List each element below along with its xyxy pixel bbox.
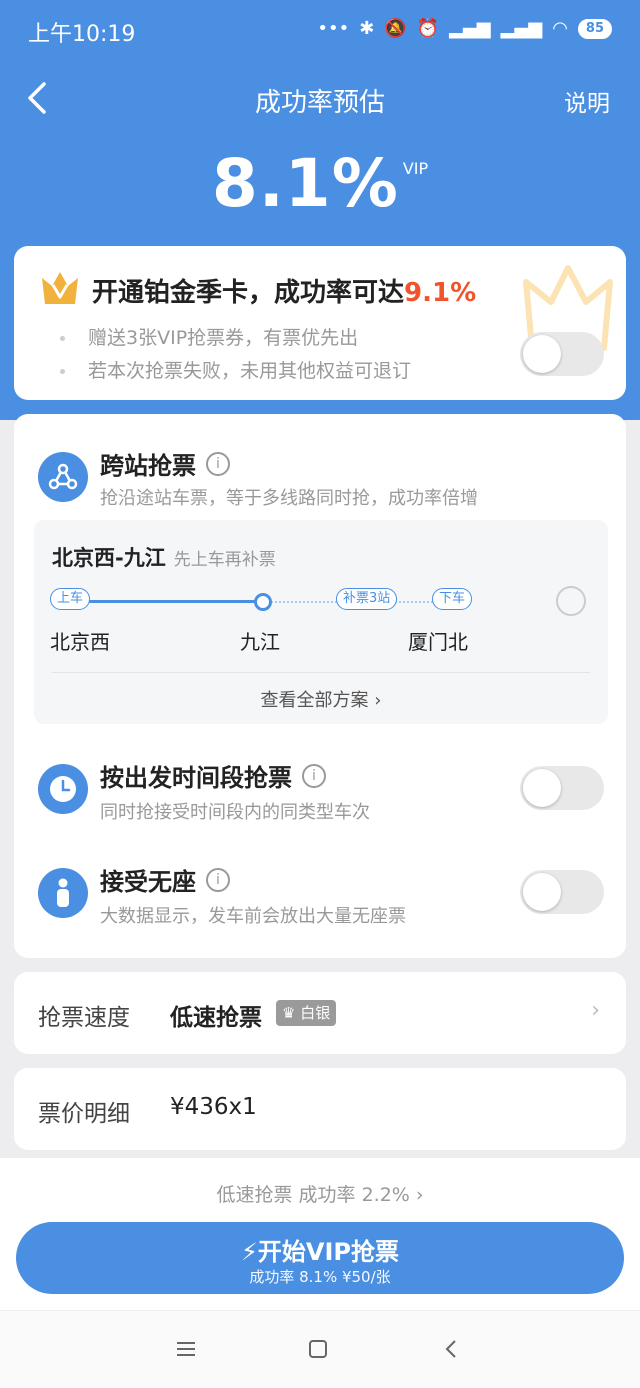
view-all-plans-link[interactable]: 查看全部方案 › (34, 686, 608, 712)
tag-alight: 下车 (432, 588, 473, 610)
page-title: 成功率预估 (254, 88, 385, 118)
price-label: 票价明细 (38, 1101, 130, 1127)
success-rate: 8.1% VIP (0, 145, 640, 222)
cross-station-title-text: 跨站抢票 (100, 452, 196, 480)
promo-benefit-item: 若本次抢票失败，未用其他权益可退订 (54, 355, 411, 388)
route-track-ride (64, 600, 262, 603)
cta-sub: 成功率 8.1% ¥50/张 (249, 1268, 391, 1286)
price-value: ¥436x1 (170, 1094, 257, 1120)
home-icon[interactable] (306, 1337, 330, 1361)
route-node (254, 593, 272, 611)
station-mid: 九江 (240, 630, 280, 654)
signal-2-icon: ▂▄▆ (500, 18, 543, 39)
speed-value: 低速抢票 (170, 1005, 262, 1031)
vip-tag: VIP (402, 159, 429, 178)
route-radio[interactable] (556, 586, 586, 616)
price-row[interactable]: 票价明细 ¥436x1 (14, 1068, 626, 1150)
time-slot-title-text: 按出发时间段抢票 (100, 764, 292, 792)
toggle-knob (523, 769, 561, 807)
route-divider (52, 672, 590, 673)
cross-station-icon (38, 452, 88, 502)
mute-bell-icon: 🔕 (384, 18, 407, 39)
lightning-icon: ⚡ (241, 1238, 258, 1266)
cross-station-title: 跨站抢票 i (100, 446, 230, 481)
route-name: 北京西-九江 (52, 546, 166, 570)
help-link[interactable]: 说明 (564, 84, 610, 118)
promo-benefit-list: 赠送3张VIP抢票券，有票优先出 若本次抢票失败，未用其他权益可退订 (54, 322, 411, 388)
promo-toggle[interactable] (520, 332, 604, 376)
crown-badge-icon: ♛ (282, 1004, 296, 1022)
start-vip-grab-button[interactable]: ⚡开始VIP抢票 成功率 8.1% ¥50/张 (16, 1222, 624, 1294)
person-icon (38, 868, 88, 918)
silver-badge: ♛ 白银 (276, 1000, 337, 1026)
speed-row[interactable]: 抢票速度 低速抢票 ♛ 白银 › (14, 972, 626, 1054)
silver-badge-label: 白银 (300, 1004, 331, 1022)
time-slot-title: 按出发时间段抢票 i (100, 758, 326, 793)
promo-headline-rate: 9.1% (404, 278, 477, 308)
chevron-right-icon: › (591, 998, 600, 1023)
status-time: 上午10:19 (28, 22, 136, 47)
menu-icon[interactable] (174, 1337, 198, 1361)
route-note: 先上车再补票 (173, 550, 276, 570)
info-icon[interactable]: i (206, 452, 230, 476)
toggle-knob (523, 873, 561, 911)
success-rate-value: 8.1% (211, 145, 399, 222)
station-dest: 厦门北 (408, 630, 468, 654)
no-seat-toggle[interactable] (520, 870, 604, 914)
cta-main: ⚡开始VIP抢票 (16, 1232, 624, 1267)
promo-headline-text: 开通铂金季卡，成功率可达 (92, 278, 405, 308)
low-speed-link[interactable]: 低速抢票 成功率 2.2% › (0, 1180, 640, 1207)
no-seat-title-text: 接受无座 (100, 868, 196, 896)
cta-main-label: 开始VIP抢票 (257, 1238, 399, 1266)
info-icon[interactable]: i (302, 764, 326, 788)
time-slot-desc: 同时抢接受时间段内的同类型车次 (100, 802, 370, 823)
wifi-icon: ◠ (552, 18, 568, 39)
time-slot-toggle[interactable] (520, 766, 604, 810)
options-card: 跨站抢票 i 抢沿途站车票，等于多线路同时抢，成功率倍增 北京西-九江 先上车再补票… (14, 414, 626, 958)
route-title: 北京西-九江 先上车再补票 (52, 542, 276, 572)
station-origin: 北京西 (50, 630, 110, 654)
toggle-knob (523, 335, 561, 373)
promo-benefit-item: 赠送3张VIP抢票券，有票优先出 (54, 322, 411, 355)
signal-icon: ▂▄▆ (449, 18, 491, 39)
low-speed-link-label: 低速抢票 成功率 2.2% (216, 1184, 410, 1206)
speed-label: 抢票速度 (38, 1005, 130, 1031)
crown-icon (42, 272, 78, 304)
platinum-promo-card[interactable]: 开通铂金季卡，成功率可达9.1% 赠送3张VIP抢票券，有票优先出 若本次抢票失… (14, 246, 626, 400)
status-icons: ••• ✱ 🔕 ⏰ ▂▄▆ ▂▄▆ ◠ 85 (317, 18, 612, 39)
more-dots-icon: ••• (317, 18, 350, 39)
chevron-right-icon: › (409, 1184, 424, 1206)
promo-headline: 开通铂金季卡，成功率可达9.1% (92, 272, 476, 309)
no-seat-title: 接受无座 i (100, 862, 230, 897)
clock-icon (38, 764, 88, 814)
status-bar: 上午10:19 ••• ✱ 🔕 ⏰ ▂▄▆ ▂▄▆ ◠ 85 (0, 0, 640, 58)
info-icon[interactable]: i (206, 868, 230, 892)
cross-station-desc: 抢沿途站车票，等于多线路同时抢，成功率倍增 (100, 488, 478, 509)
route-plan-box[interactable]: 北京西-九江 先上车再补票 上车 补票3站 下车 北京西 九江 厦门北 查看全部方… (34, 520, 608, 724)
no-seat-desc: 大数据显示，发车前会放出大量无座票 (100, 906, 406, 927)
view-all-label: 查看全部方案 (260, 690, 369, 711)
alarm-icon: ⏰ (416, 18, 440, 39)
bluetooth-icon: ✱ (359, 18, 375, 39)
battery-icon: 85 (577, 18, 612, 39)
tag-board: 上车 (50, 588, 91, 610)
tag-supplement: 补票3站 (336, 588, 398, 610)
chevron-right-icon: › (368, 690, 382, 711)
system-nav-bar (0, 1310, 640, 1388)
back-nav-icon[interactable] (440, 1337, 464, 1361)
